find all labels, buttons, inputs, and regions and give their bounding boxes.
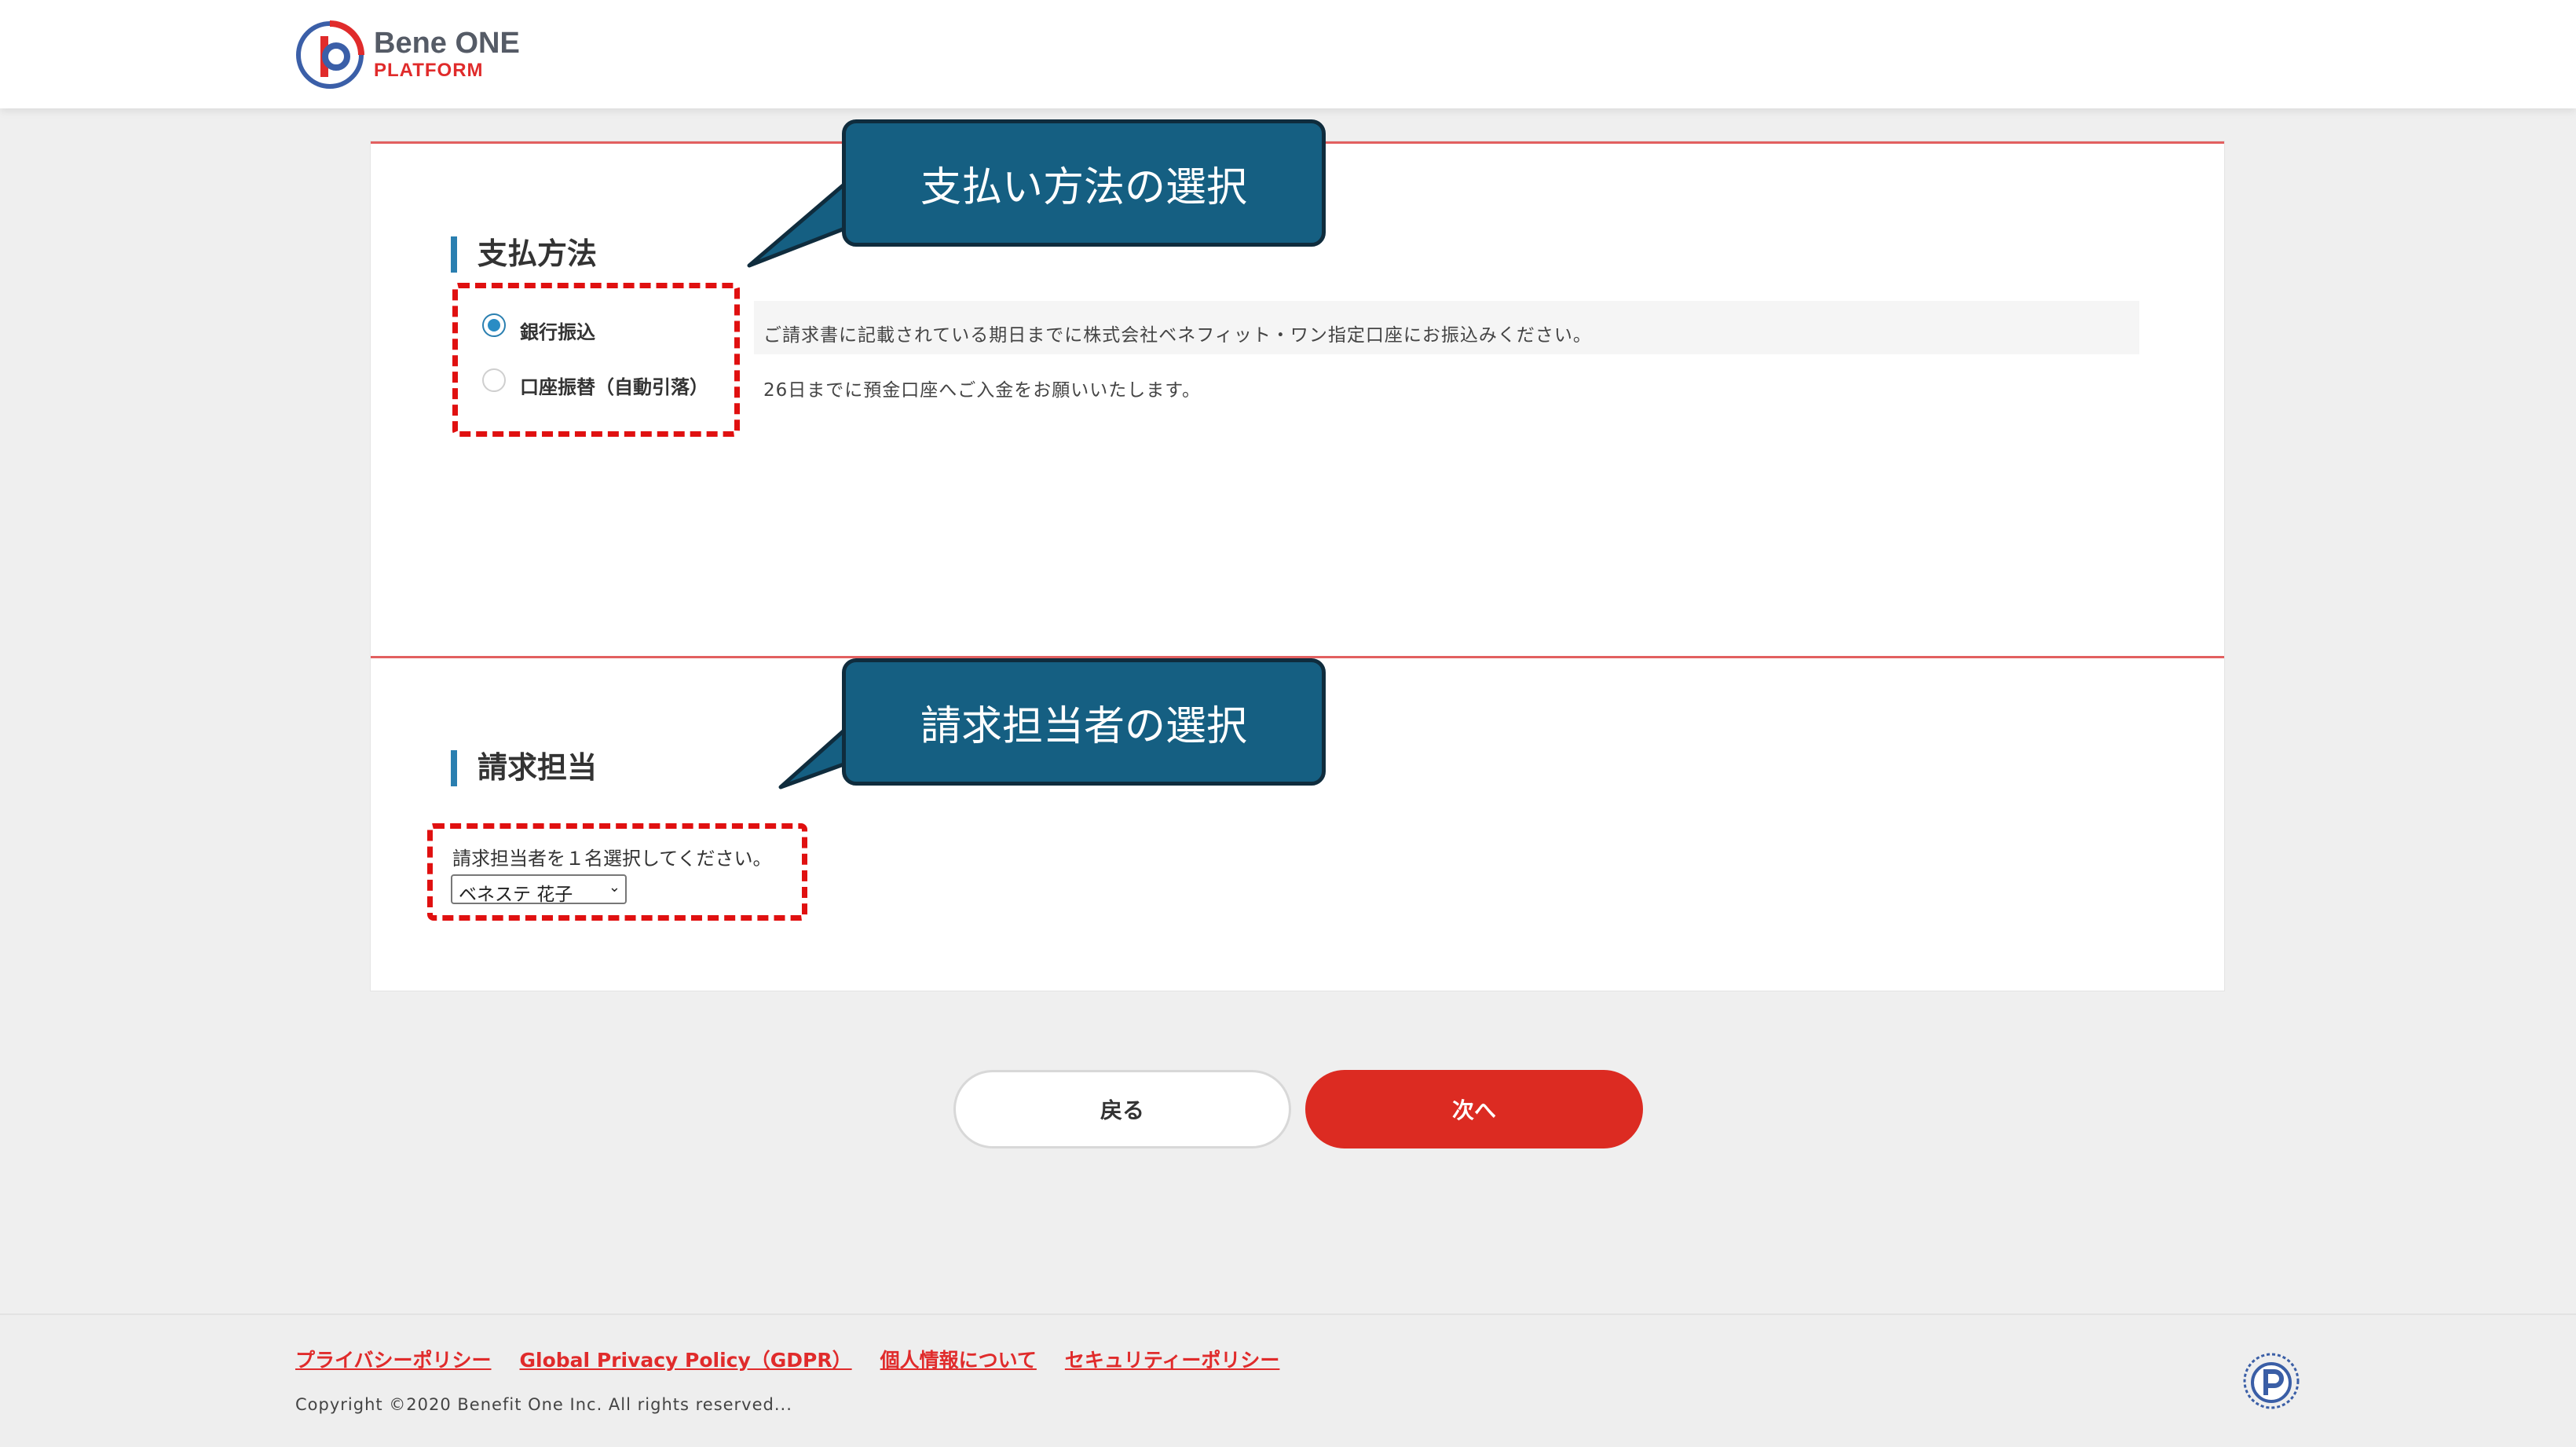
next-button[interactable]: 次へ [1305,1070,1643,1148]
gdpr-policy-link[interactable]: Global Privacy Policy（GDPR） [520,1345,852,1373]
billing-callout: 請求担当者の選択 [842,658,1326,786]
personal-info-link[interactable]: 個人情報について [880,1345,1037,1373]
footer-links: プライバシーポリシー Global Privacy Policy（GDPR） 個… [295,1345,1279,1373]
copyright-text: Copyright ©2020 Benefit One Inc. All rig… [295,1395,792,1414]
privacy-mark-icon[interactable] [2240,1350,2303,1412]
bank-transfer-description: ご請求書に記載されている期日までに株式会社ベネフィット・ワン指定口座にお振込みく… [763,325,1592,346]
security-policy-link[interactable]: セキュリティーポリシー [1065,1345,1280,1373]
payment-method-title: 支払方法 [451,235,597,273]
billing-contact-title: 請求担当 [451,749,597,786]
back-button[interactable]: 戻る [953,1070,1291,1148]
brand-name: Bene ONE [374,27,520,60]
payment-options-highlight [452,283,740,437]
privacy-policy-link[interactable]: プライバシーポリシー [295,1345,492,1373]
payment-callout-text: 支払い方法の選択 [920,163,1247,211]
bene-one-logo[interactable]: Bene ONE PLATFORM [294,19,545,91]
site-header: Bene ONE PLATFORM [0,0,2576,108]
site-footer: プライバシーポリシー Global Privacy Policy（GDPR） 個… [0,1313,2576,1447]
billing-callout-text: 請求担当者の選択 [920,702,1247,750]
billing-contact-highlight [427,823,807,921]
callout-tail-payment [747,180,849,268]
direct-debit-description: 26日までに預金口座へご入金をお願いいたします。 [763,380,1201,401]
bene-one-logo-icon [296,20,364,89]
payment-callout: 支払い方法の選択 [842,119,1326,247]
brand-subtitle: PLATFORM [374,60,484,81]
